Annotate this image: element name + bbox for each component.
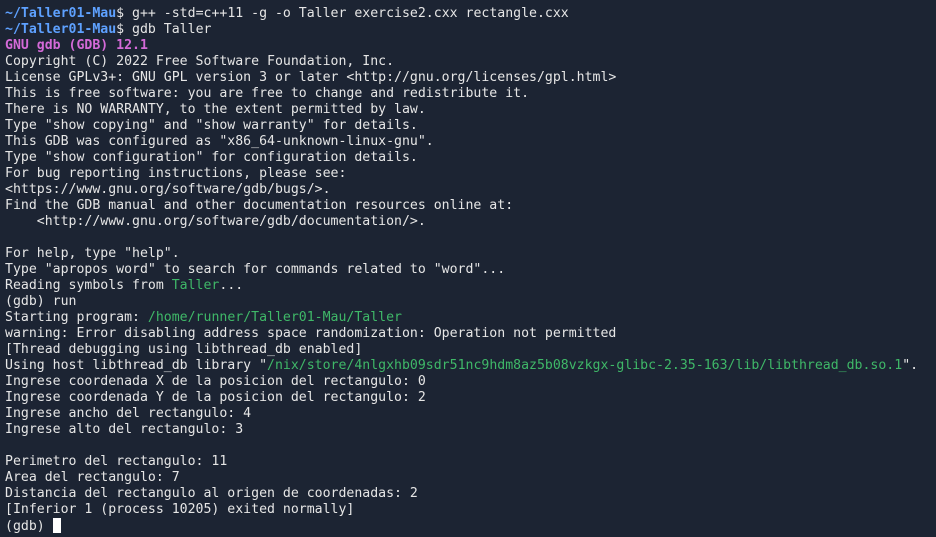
program-input-line: Ingrese alto del rectangulo: 3 <box>5 422 244 437</box>
banner-line: For bug reporting instructions, please s… <box>5 166 347 181</box>
prompt-path: ~/Taller01-Mau <box>5 22 117 37</box>
thread-debug-line: [Thread debugging using libthread_db ena… <box>5 342 363 357</box>
host-library-line: Using host libthread_db library "/nix/st… <box>5 358 936 374</box>
banner-line: <http://www.gnu.org/software/gdb/documen… <box>5 214 426 229</box>
shell-line-compile: ~/Taller01-Mau$ g++ -std=c++11 -g -o Tal… <box>5 6 936 22</box>
help-line: Type "apropos word" to search for comman… <box>5 262 506 277</box>
banner-line: <https://www.gnu.org/software/gdb/bugs/>… <box>5 182 331 197</box>
banner-line: This GDB was configured as "x86_64-unkno… <box>5 134 434 149</box>
banner-line: Copyright (C) 2022 Free Software Foundat… <box>5 54 395 69</box>
host-lib-prefix: Using host libthread_db library " <box>5 358 268 373</box>
program-output-line: Area del rectangulo: 7 <box>5 470 180 485</box>
compile-command: g++ -std=c++11 -g -o Taller exercise2.cx… <box>132 6 569 21</box>
gdb-current-prompt[interactable]: (gdb) <box>5 518 936 534</box>
reading-symbols-line: Reading symbols from Taller... <box>5 278 936 294</box>
shell-line-gdb: ~/Taller01-Mau$ gdb Taller <box>5 22 936 38</box>
banner-line: This is free software: you are free to c… <box>5 86 530 101</box>
banner-line: Type "show copying" and "show warranty" … <box>5 118 418 133</box>
program-path: /home/runner/Taller01-Mau/Taller <box>147 310 402 325</box>
host-lib-path: /nix/store/4nlgxhb09sdr51nc9hdm8az5b08vz… <box>267 358 903 373</box>
reading-file: Taller <box>171 278 220 293</box>
program-input-line: Ingrese coordenada Y de la posicion del … <box>5 390 426 405</box>
starting-prefix: Starting program: <box>5 310 148 325</box>
gdb-prompt: (gdb) <box>5 519 53 534</box>
program-input-line: Ingrese coordenada X de la posicion del … <box>5 374 426 389</box>
starting-program-line: Starting program: /home/runner/Taller01-… <box>5 310 936 326</box>
terminal-window[interactable]: ~/Taller01-Mau$ g++ -std=c++11 -g -o Tal… <box>0 0 936 537</box>
text-cursor[interactable] <box>52 518 61 533</box>
exit-message: [Inferior 1 (process 10205) exited norma… <box>5 502 355 517</box>
prompt-symbol: $ <box>116 6 133 21</box>
banner-line: Find the GDB manual and other documentat… <box>5 198 514 213</box>
reading-prefix: Reading symbols from <box>5 278 172 293</box>
program-input-line: Ingrese ancho del rectangulo: 4 <box>5 406 252 421</box>
gdb-version: GNU gdb (GDB) 12.1 <box>5 38 148 53</box>
gdb-run-line: (gdb) run <box>5 294 936 310</box>
warning-line: warning: Error disabling address space r… <box>5 326 617 341</box>
prompt-symbol: $ <box>116 22 133 37</box>
banner-line: License GPLv3+: GNU GPL version 3 or lat… <box>5 70 617 85</box>
host-lib-suffix: ". <box>902 358 919 373</box>
help-line: For help, type "help". <box>5 246 180 261</box>
run-command: run <box>52 294 77 309</box>
program-output-line: Perimetro del rectangulo: 11 <box>5 454 228 469</box>
gdb-prompt: (gdb) <box>5 294 53 309</box>
reading-suffix: ... <box>219 278 244 293</box>
program-output-line: Distancia del rectangulo al origen de co… <box>5 486 418 501</box>
prompt-path: ~/Taller01-Mau <box>5 6 117 21</box>
gdb-command: gdb Taller <box>132 22 212 37</box>
banner-line: Type "show configuration" for configurat… <box>5 150 418 165</box>
banner-line: There is NO WARRANTY, to the extent perm… <box>5 102 426 117</box>
